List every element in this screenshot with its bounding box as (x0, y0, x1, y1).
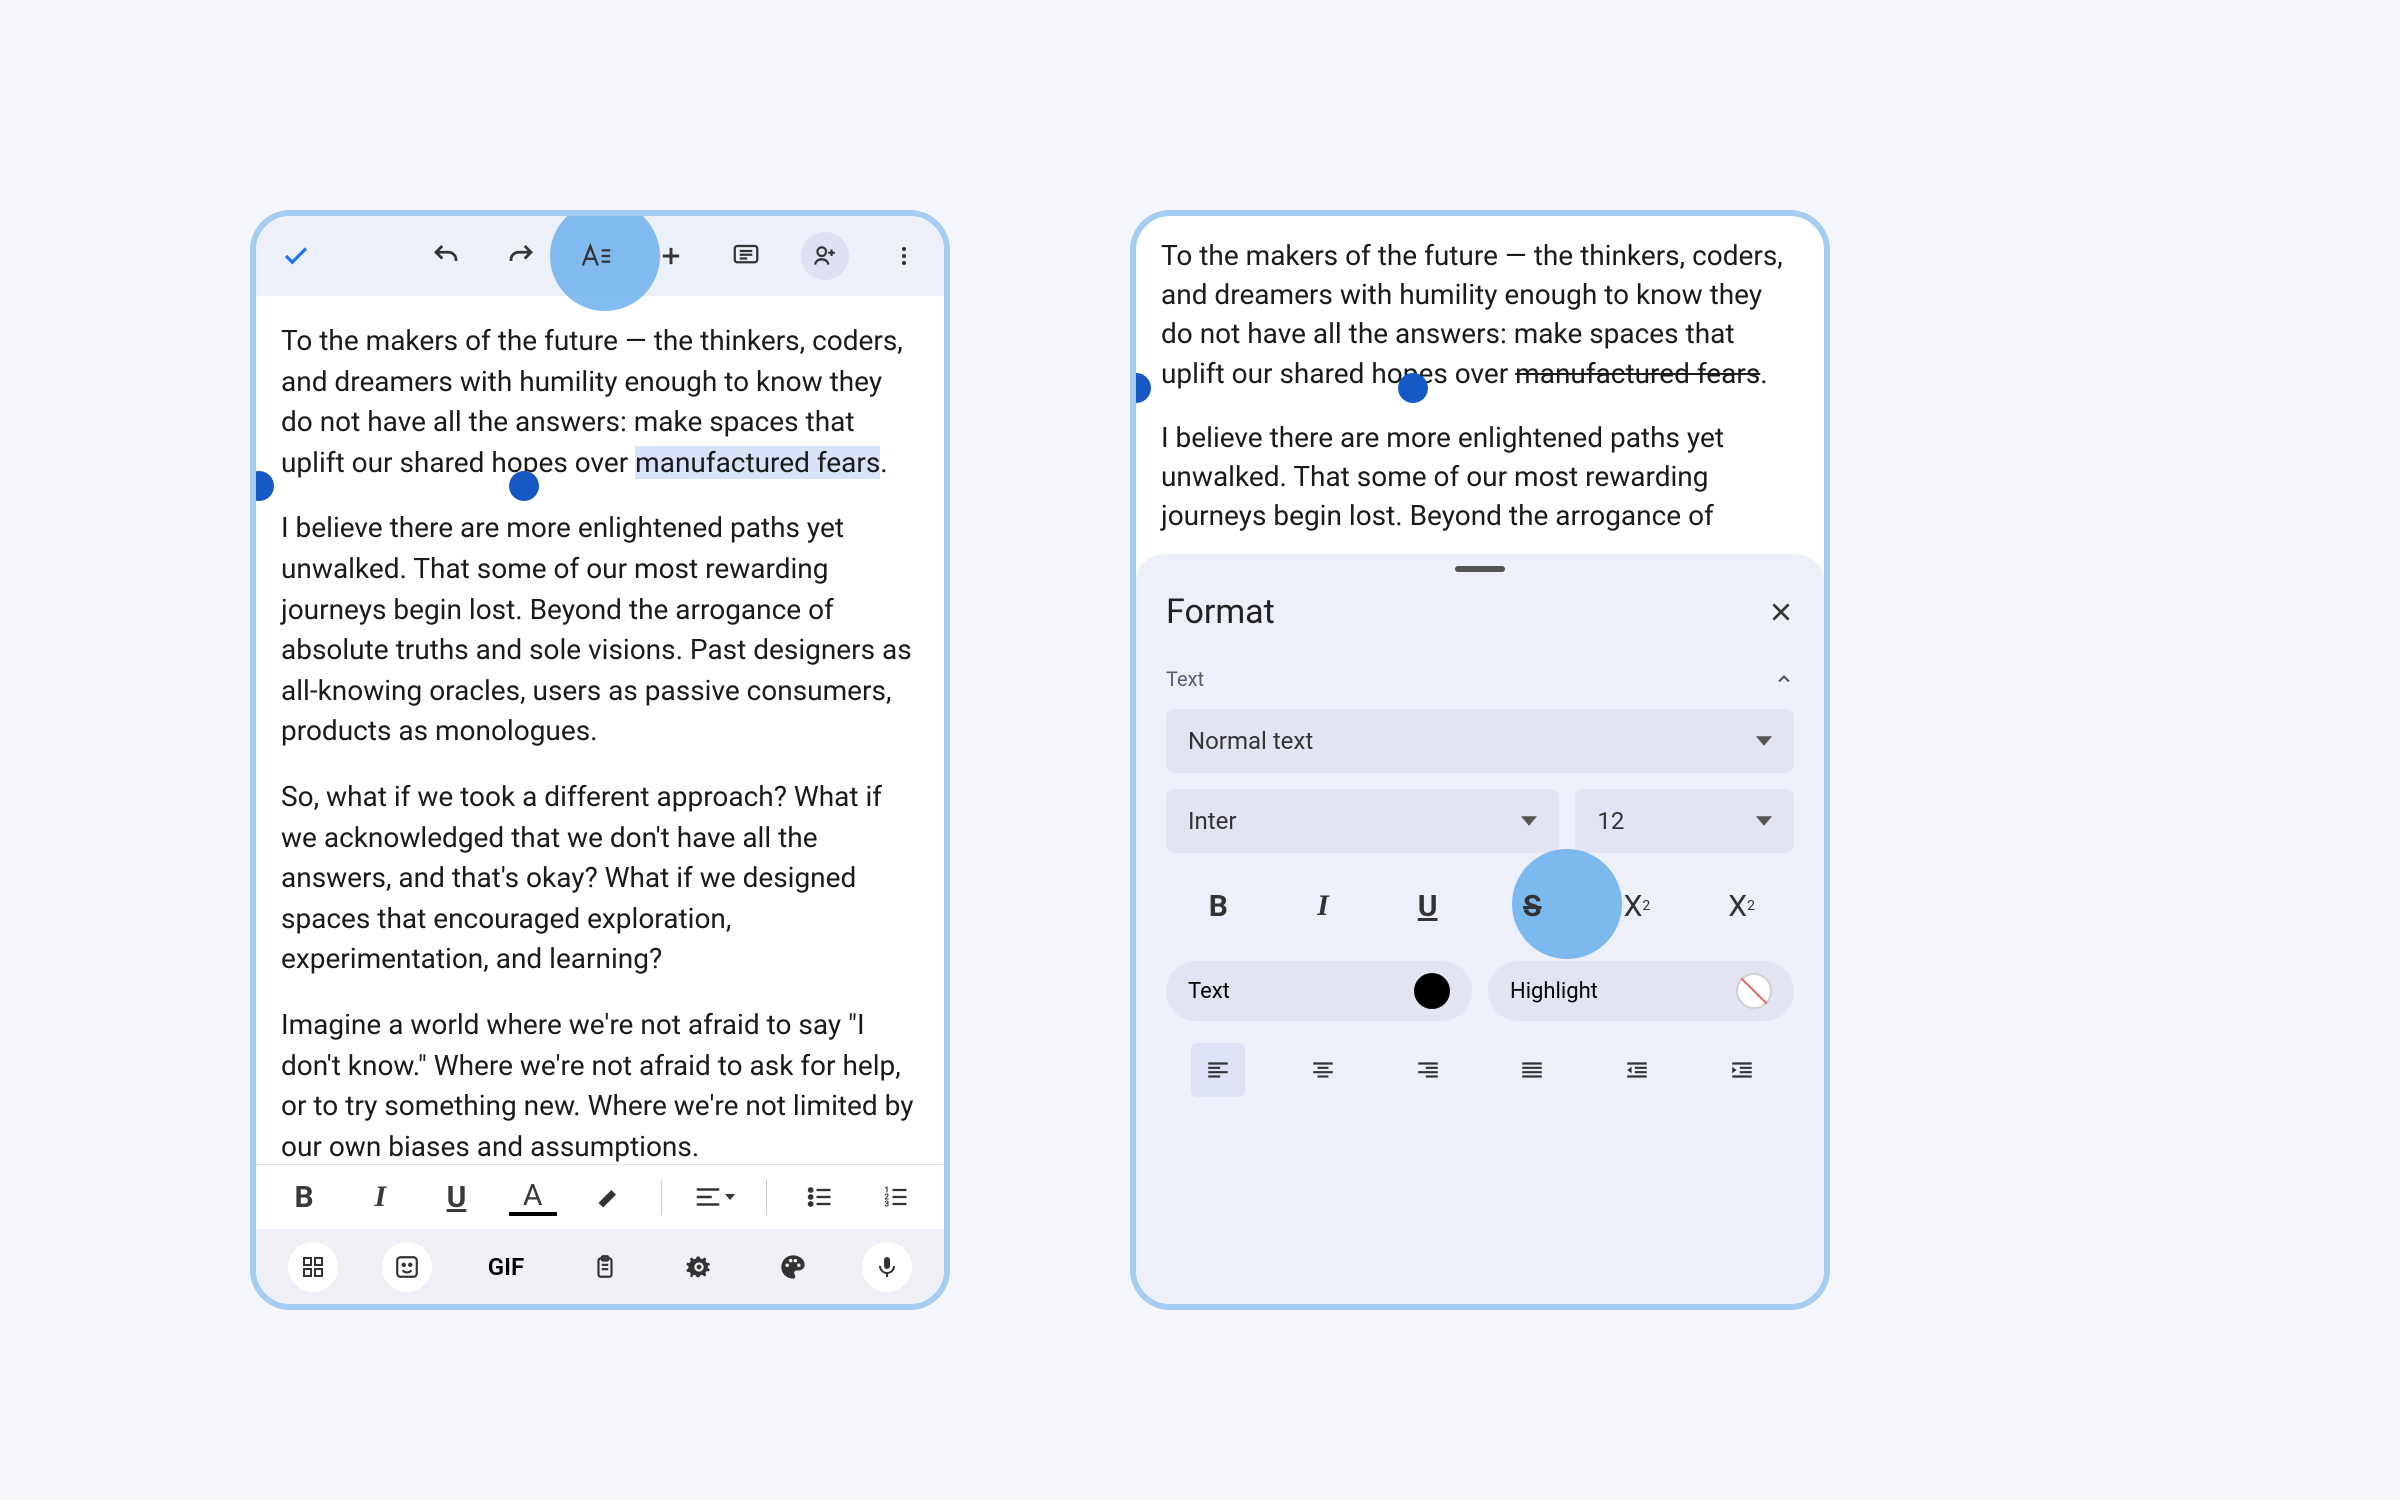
bold-button[interactable]: B (1183, 871, 1253, 941)
palette-icon[interactable] (768, 1242, 818, 1292)
align-menu-button[interactable] (690, 1173, 738, 1221)
highlight-color-chip[interactable]: Highlight (1488, 961, 1794, 1021)
close-button[interactable] (1768, 599, 1794, 625)
highlight-color-label: Highlight (1510, 979, 1598, 1004)
text-color-label: Text (1188, 979, 1230, 1004)
phone-screen-editor: To the makers of the future — the thinke… (250, 210, 950, 1310)
toolbar-divider (661, 1180, 662, 1215)
paragraph-style-select[interactable]: Normal text (1166, 709, 1794, 773)
italic-button[interactable]: I (356, 1173, 404, 1221)
text-section-header[interactable]: Text (1166, 667, 1794, 691)
dashboard-icon[interactable] (288, 1242, 338, 1292)
paragraph-3[interactable]: So, what if we took a different approach… (281, 777, 919, 980)
text-color-chip[interactable]: Text (1166, 961, 1472, 1021)
strikethrough-text: manufactured fears (1515, 357, 1760, 390)
alignment-row (1166, 1043, 1794, 1097)
svg-text:3: 3 (884, 1198, 889, 1208)
share-button[interactable] (801, 232, 849, 280)
document-body[interactable]: To the makers of the future — the thinke… (256, 296, 944, 1217)
paragraph-1[interactable]: To the makers of the future — the thinke… (281, 321, 919, 483)
editor-topbar (256, 216, 944, 296)
selected-text[interactable]: manufactured fears (635, 446, 880, 479)
text-format-button[interactable] (576, 236, 616, 276)
document-body[interactable]: To the makers of the future — the thinke… (1136, 216, 1824, 580)
keyboard-suggestion-row: GIF (256, 1229, 944, 1304)
selection-handle-start[interactable] (1130, 373, 1151, 403)
toolbar-divider (766, 1180, 767, 1215)
p1-text-after: . (880, 446, 887, 479)
p1-text-after: . (1760, 357, 1767, 390)
highlight-button[interactable] (585, 1173, 633, 1221)
font-size-select[interactable]: 12 (1575, 789, 1794, 853)
gif-button[interactable]: GIF (476, 1242, 536, 1292)
phone-screen-format-sheet: To the makers of the future — the thinke… (1130, 210, 1830, 1310)
format-toolbar: B I U A 123 (256, 1164, 944, 1229)
align-right-button[interactable] (1401, 1043, 1455, 1097)
text-style-row: B I U S X2 X2 (1166, 871, 1794, 941)
format-bottom-sheet: Format Text Normal text Inter 12 B (1136, 554, 1824, 1304)
sheet-header: Format (1166, 592, 1794, 632)
section-label: Text (1166, 667, 1204, 691)
redo-button[interactable] (501, 236, 541, 276)
bold-button[interactable]: B (280, 1173, 328, 1221)
selection-handle-end[interactable] (509, 471, 539, 501)
text-color-swatch (1414, 973, 1450, 1009)
superscript-button[interactable]: X2 (1602, 871, 1672, 941)
italic-button[interactable]: I (1288, 871, 1358, 941)
underline-button[interactable]: U (432, 1173, 480, 1221)
align-justify-button[interactable] (1505, 1043, 1559, 1097)
clipboard-icon[interactable] (580, 1242, 630, 1292)
paragraph-4[interactable]: Imagine a world where we're not afraid t… (281, 1005, 919, 1167)
paragraph-2[interactable]: I believe there are more enlightened pat… (281, 508, 919, 752)
font-select[interactable]: Inter (1166, 789, 1559, 853)
align-center-button[interactable] (1296, 1043, 1350, 1097)
text-color-button[interactable]: A (509, 1178, 557, 1216)
paragraph-2[interactable]: I believe there are more enlightened pat… (1161, 418, 1799, 536)
mic-icon[interactable] (862, 1242, 912, 1292)
selection-handle-end[interactable] (1398, 373, 1428, 403)
highlight-color-swatch (1736, 973, 1772, 1009)
sheet-title: Format (1166, 592, 1275, 632)
undo-button[interactable] (426, 236, 466, 276)
chevron-up-icon (1774, 669, 1794, 689)
font-select-value: Inter (1188, 807, 1237, 835)
dropdown-icon (1756, 813, 1772, 829)
sticker-icon[interactable] (382, 1242, 432, 1292)
sheet-grabber[interactable] (1455, 566, 1505, 572)
selection-handle-start[interactable] (250, 471, 274, 501)
dropdown-icon (1521, 813, 1537, 829)
subscript-button[interactable]: X2 (1707, 871, 1777, 941)
align-left-button[interactable] (1191, 1043, 1245, 1097)
underline-button[interactable]: U (1393, 871, 1463, 941)
insert-button[interactable] (651, 236, 691, 276)
paragraph-1[interactable]: To the makers of the future — the thinke… (1161, 236, 1799, 393)
settings-icon[interactable] (674, 1242, 724, 1292)
indent-decrease-button[interactable] (1610, 1043, 1664, 1097)
size-select-value: 12 (1597, 807, 1624, 835)
numbered-list-button[interactable]: 123 (872, 1173, 920, 1221)
done-button[interactable] (276, 236, 316, 276)
bulleted-list-button[interactable] (796, 1173, 844, 1221)
indent-increase-button[interactable] (1715, 1043, 1769, 1097)
overflow-menu-button[interactable] (884, 236, 924, 276)
dropdown-icon (1756, 733, 1772, 749)
comment-button[interactable] (726, 236, 766, 276)
style-select-value: Normal text (1188, 727, 1313, 755)
strikethrough-button[interactable]: S (1497, 871, 1567, 941)
